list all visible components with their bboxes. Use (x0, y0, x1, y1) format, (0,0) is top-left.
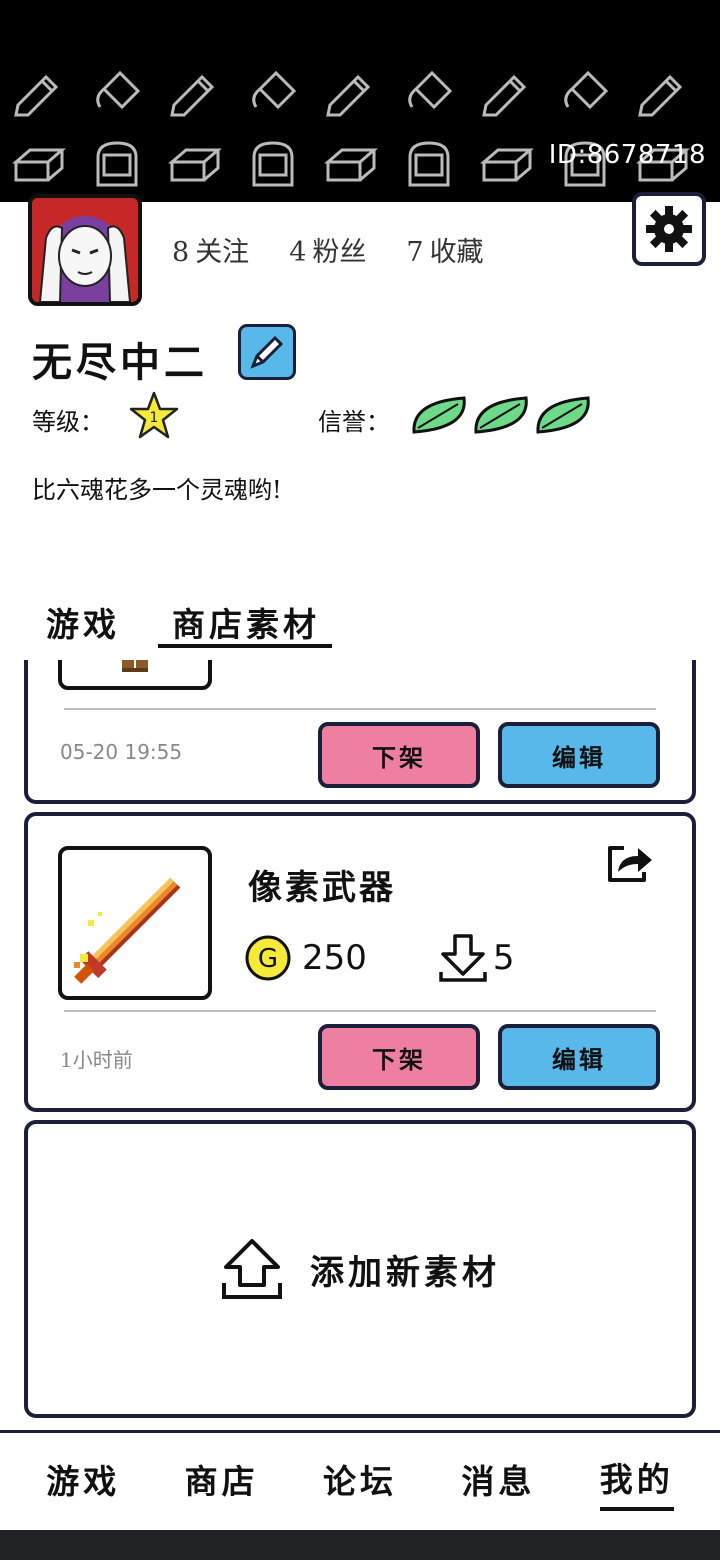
gear-icon (646, 206, 692, 252)
pencil-icon (0, 64, 78, 120)
pencil-icon (468, 64, 546, 120)
paint-bucket-icon (78, 64, 156, 120)
eraser-icon (468, 136, 546, 192)
card-time: 1小时前 (60, 1048, 133, 1072)
card-time: 05-20 19:55 (60, 740, 183, 764)
price-row: G 250 5 (244, 932, 515, 984)
reputation-leaves (410, 394, 592, 436)
banner-pattern-top (0, 64, 702, 120)
leaf-icon (412, 396, 466, 434)
pencil-icon (250, 335, 284, 369)
active-tab-indicator (158, 644, 332, 648)
system-navigation-bar (0, 1530, 720, 1560)
bio-text: 比六魂花多一个灵魂哟! (32, 476, 282, 504)
grid-board-icon (78, 136, 156, 192)
avatar[interactable] (28, 194, 142, 306)
followers-count: 4 (289, 237, 307, 268)
username: 无尽中二 (32, 339, 208, 386)
eraser-icon (156, 136, 234, 192)
paint-bucket-icon (234, 64, 312, 120)
edit-name-button[interactable] (238, 324, 296, 380)
grid-board-icon (390, 136, 468, 192)
material-thumbnail[interactable] (58, 846, 212, 1000)
nav-games[interactable]: 游戏 (46, 1455, 120, 1509)
nav-store[interactable]: 商店 (185, 1455, 259, 1509)
material-price: 250 (302, 938, 367, 978)
level-label: 等级： (32, 408, 104, 436)
tab-games[interactable]: 游戏 (46, 598, 120, 646)
followers-label: 粉丝 (312, 237, 367, 268)
level-value: 1 (150, 410, 159, 426)
following-stat[interactable]: 8 关注 (172, 230, 255, 269)
favorites-stat[interactable]: 7 收藏 (406, 230, 489, 269)
edit-button[interactable]: 编辑 (498, 722, 660, 788)
profile-stats: 8 关注 4 粉丝 7 收藏 (172, 230, 490, 269)
eraser-icon (0, 136, 78, 192)
nav-messages[interactable]: 消息 (461, 1455, 535, 1509)
followers-stat[interactable]: 4 粉丝 (289, 230, 372, 269)
leaf-icon (536, 396, 590, 434)
tab-store-materials[interactable]: 商店素材 (172, 598, 320, 646)
favorites-label: 收藏 (429, 237, 484, 268)
following-label: 关注 (195, 237, 250, 268)
materials-list[interactable]: 05-20 19:55 下架 编辑 像素武器 G 250 5 1小时前 下架 编… (0, 660, 720, 1430)
edit-button[interactable]: 编辑 (498, 1024, 660, 1090)
unlist-button[interactable]: 下架 (318, 722, 480, 788)
eraser-icon (312, 136, 390, 192)
download-count: 5 (492, 938, 515, 978)
following-count: 8 (172, 237, 190, 268)
svg-text:G: G (258, 944, 278, 974)
paint-bucket-icon (546, 64, 624, 120)
card-divider (64, 708, 656, 710)
pencil-icon (156, 64, 234, 120)
reputation-label: 信誉： (318, 408, 390, 436)
settings-button[interactable] (632, 192, 706, 266)
material-thumbnail[interactable] (58, 660, 212, 690)
card-divider (64, 1010, 656, 1012)
nav-forum[interactable]: 论坛 (323, 1455, 397, 1509)
material-title: 像素武器 (248, 868, 396, 908)
leaf-icon (474, 396, 528, 434)
material-card: 像素武器 G 250 5 1小时前 下架 编辑 (24, 812, 696, 1112)
add-material-button[interactable]: 添加新素材 (24, 1120, 696, 1418)
unlist-button[interactable]: 下架 (318, 1024, 480, 1090)
download-icon (439, 934, 487, 982)
share-icon[interactable] (604, 842, 656, 886)
grid-board-icon (234, 136, 312, 192)
profile-banner: ID:8678718 (0, 0, 720, 202)
pencil-icon (624, 64, 702, 120)
user-id: ID:8678718 (548, 140, 706, 170)
nav-me[interactable]: 我的 (599, 1453, 674, 1511)
material-card: 05-20 19:55 下架 编辑 (24, 660, 696, 804)
favorites-count: 7 (406, 237, 424, 268)
bottom-nav: 游戏 商店 论坛 消息 我的 (0, 1430, 720, 1530)
add-material-label: 添加新素材 (310, 1252, 500, 1293)
paint-bucket-icon (390, 64, 468, 120)
pencil-icon (312, 64, 390, 120)
gold-coin-icon: G (245, 935, 291, 981)
level-star-icon: 1 (129, 391, 179, 439)
upload-icon (222, 1239, 282, 1299)
